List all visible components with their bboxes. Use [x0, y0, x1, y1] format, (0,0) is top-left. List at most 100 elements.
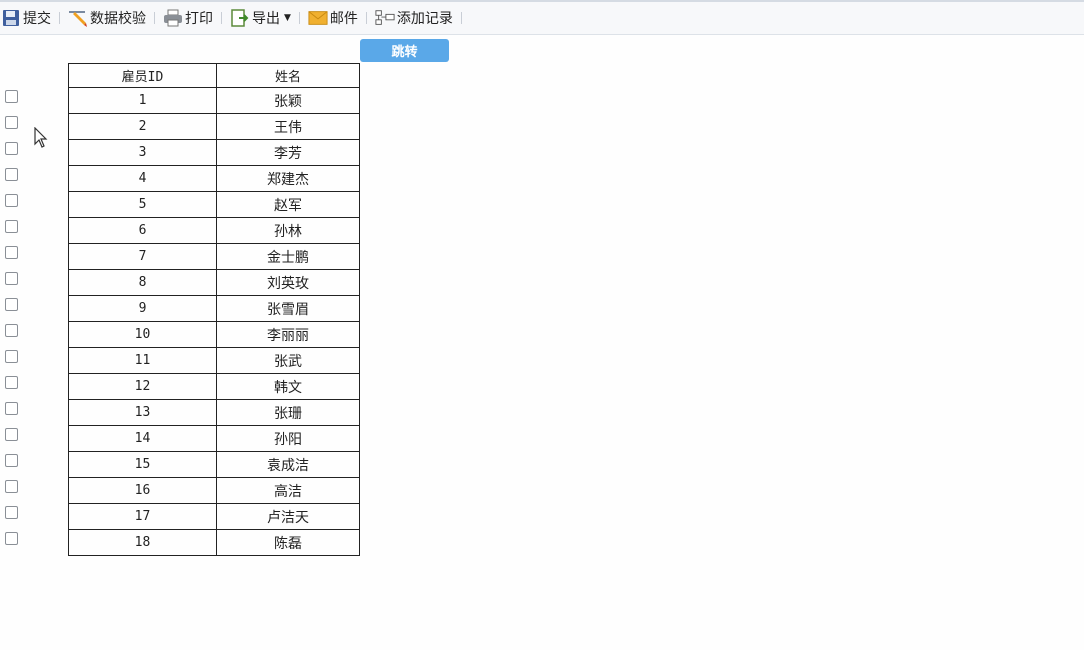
- employee-name-cell: 韩文: [216, 373, 360, 400]
- table-row: 6 孙林: [68, 217, 360, 244]
- employee-name-cell: 张武: [216, 347, 360, 374]
- toolbar-divider: [365, 12, 367, 24]
- mouse-pointer-icon: [34, 126, 50, 153]
- employee-id-cell: 14: [68, 425, 217, 452]
- employee-id-cell: 9: [68, 295, 217, 322]
- toolbar: 提交 数据校验 打印 导出 ▼ 邮件 添加记录: [0, 0, 1084, 35]
- row-checkbox[interactable]: [5, 220, 18, 233]
- row-checkbox[interactable]: [5, 272, 18, 285]
- row-checkbox[interactable]: [5, 298, 18, 311]
- row-checkbox[interactable]: [5, 350, 18, 363]
- employee-name-cell: 金士鹏: [216, 243, 360, 270]
- table-row: 10 李丽丽: [68, 321, 360, 348]
- table-row: 3 李芳: [68, 139, 360, 166]
- employee-table: 雇员ID 姓名 1 张颖 2 王伟 3 李芳 4 郑建杰 5 赵军 6 孙林 7 金士鹏 8 刘英玫 9 张雪眉 1…: [68, 63, 360, 556]
- employee-name-cell: 刘英玫: [216, 269, 360, 296]
- employee-id-cell: 15: [68, 451, 217, 478]
- employee-name-cell: 李芳: [216, 139, 360, 166]
- employee-id-cell: 13: [68, 399, 217, 426]
- employee-name-cell: 张颖: [216, 87, 360, 114]
- mail-label: 邮件: [329, 11, 358, 27]
- row-checkbox[interactable]: [5, 142, 18, 155]
- table-row: 7 金士鹏: [68, 243, 360, 270]
- employee-name-cell: 郑建杰: [216, 165, 360, 192]
- row-checkbox[interactable]: [5, 532, 18, 545]
- employee-id-cell: 16: [68, 477, 217, 504]
- table-row: 14 孙阳: [68, 425, 360, 452]
- table-row: 5 赵军: [68, 191, 360, 218]
- employee-name-cell: 张珊: [216, 399, 360, 426]
- employee-name-cell: 高洁: [216, 477, 360, 504]
- employee-id-cell: 17: [68, 503, 217, 530]
- employee-name-cell: 孙林: [216, 217, 360, 244]
- add-record-button[interactable]: 添加记录: [375, 6, 453, 30]
- print-button[interactable]: 打印: [163, 6, 213, 30]
- chevron-down-icon: ▼: [284, 13, 291, 23]
- toolbar-divider: [298, 12, 300, 24]
- employee-name-cell: 袁成洁: [216, 451, 360, 478]
- export-button[interactable]: 导出 ▼: [230, 6, 291, 30]
- row-checkbox[interactable]: [5, 454, 18, 467]
- employee-id-cell: 10: [68, 321, 217, 348]
- employee-id-cell: 1: [68, 87, 217, 114]
- employee-name-cell: 卢洁天: [216, 503, 360, 530]
- table-row: 17 卢洁天: [68, 503, 360, 530]
- row-checkbox[interactable]: [5, 194, 18, 207]
- mail-button[interactable]: 邮件: [308, 6, 358, 30]
- employee-id-cell: 18: [68, 529, 217, 556]
- printer-icon: [163, 8, 183, 28]
- employee-id-cell: 11: [68, 347, 217, 374]
- add-record-icon: [375, 8, 395, 28]
- employee-id-cell: 3: [68, 139, 217, 166]
- row-checkbox[interactable]: [5, 428, 18, 441]
- employee-id-cell: 7: [68, 243, 217, 270]
- validate-button[interactable]: 数据校验: [68, 6, 146, 30]
- table-row: 16 高洁: [68, 477, 360, 504]
- table-row: 12 韩文: [68, 373, 360, 400]
- row-checkbox[interactable]: [5, 90, 18, 103]
- row-checkbox[interactable]: [5, 376, 18, 389]
- table-row: 4 郑建杰: [68, 165, 360, 192]
- validate-label: 数据校验: [90, 11, 146, 27]
- toolbar-divider: [221, 12, 222, 24]
- table-row: 8 刘英玫: [68, 269, 360, 296]
- row-checkbox-column: [5, 90, 18, 558]
- row-checkbox[interactable]: [5, 116, 18, 129]
- toolbar-divider: [154, 12, 155, 24]
- table-row: 9 张雪眉: [68, 295, 360, 322]
- table-header-row: 雇员ID 姓名: [68, 63, 360, 88]
- export-label: 导出: [252, 11, 280, 27]
- employee-id-cell: 12: [68, 373, 217, 400]
- submit-label: 提交: [23, 11, 51, 27]
- row-checkbox[interactable]: [5, 168, 18, 181]
- employee-id-cell: 6: [68, 217, 217, 244]
- mail-icon: [308, 8, 328, 28]
- employee-name-cell: 张雪眉: [216, 295, 360, 322]
- table-row: 15 袁成洁: [68, 451, 360, 478]
- employee-name-cell: 陈磊: [216, 529, 360, 556]
- save-icon: [1, 8, 21, 28]
- submit-button[interactable]: 提交: [1, 6, 51, 30]
- table-row: 11 张武: [68, 347, 360, 374]
- print-label: 打印: [185, 11, 213, 27]
- row-checkbox[interactable]: [5, 480, 18, 493]
- employee-name-cell: 李丽丽: [216, 321, 360, 348]
- jump-button[interactable]: 跳转: [360, 39, 449, 62]
- employee-id-cell: 8: [68, 269, 217, 296]
- table-row: 13 张珊: [68, 399, 360, 426]
- table-row: 1 张颖: [68, 87, 360, 114]
- employee-name-cell: 王伟: [216, 113, 360, 140]
- column-header-name: 姓名: [216, 63, 360, 88]
- row-checkbox[interactable]: [5, 506, 18, 519]
- employee-id-cell: 5: [68, 191, 217, 218]
- table-row: 2 王伟: [68, 113, 360, 140]
- row-checkbox[interactable]: [5, 246, 18, 259]
- employee-name-cell: 孙阳: [216, 425, 360, 452]
- row-checkbox[interactable]: [5, 324, 18, 337]
- table-row: 18 陈磊: [68, 529, 360, 556]
- row-checkbox[interactable]: [5, 402, 18, 415]
- employee-id-cell: 4: [68, 165, 217, 192]
- add-record-label: 添加记录: [396, 11, 453, 27]
- export-icon: [230, 8, 250, 28]
- toolbar-divider: [59, 12, 60, 24]
